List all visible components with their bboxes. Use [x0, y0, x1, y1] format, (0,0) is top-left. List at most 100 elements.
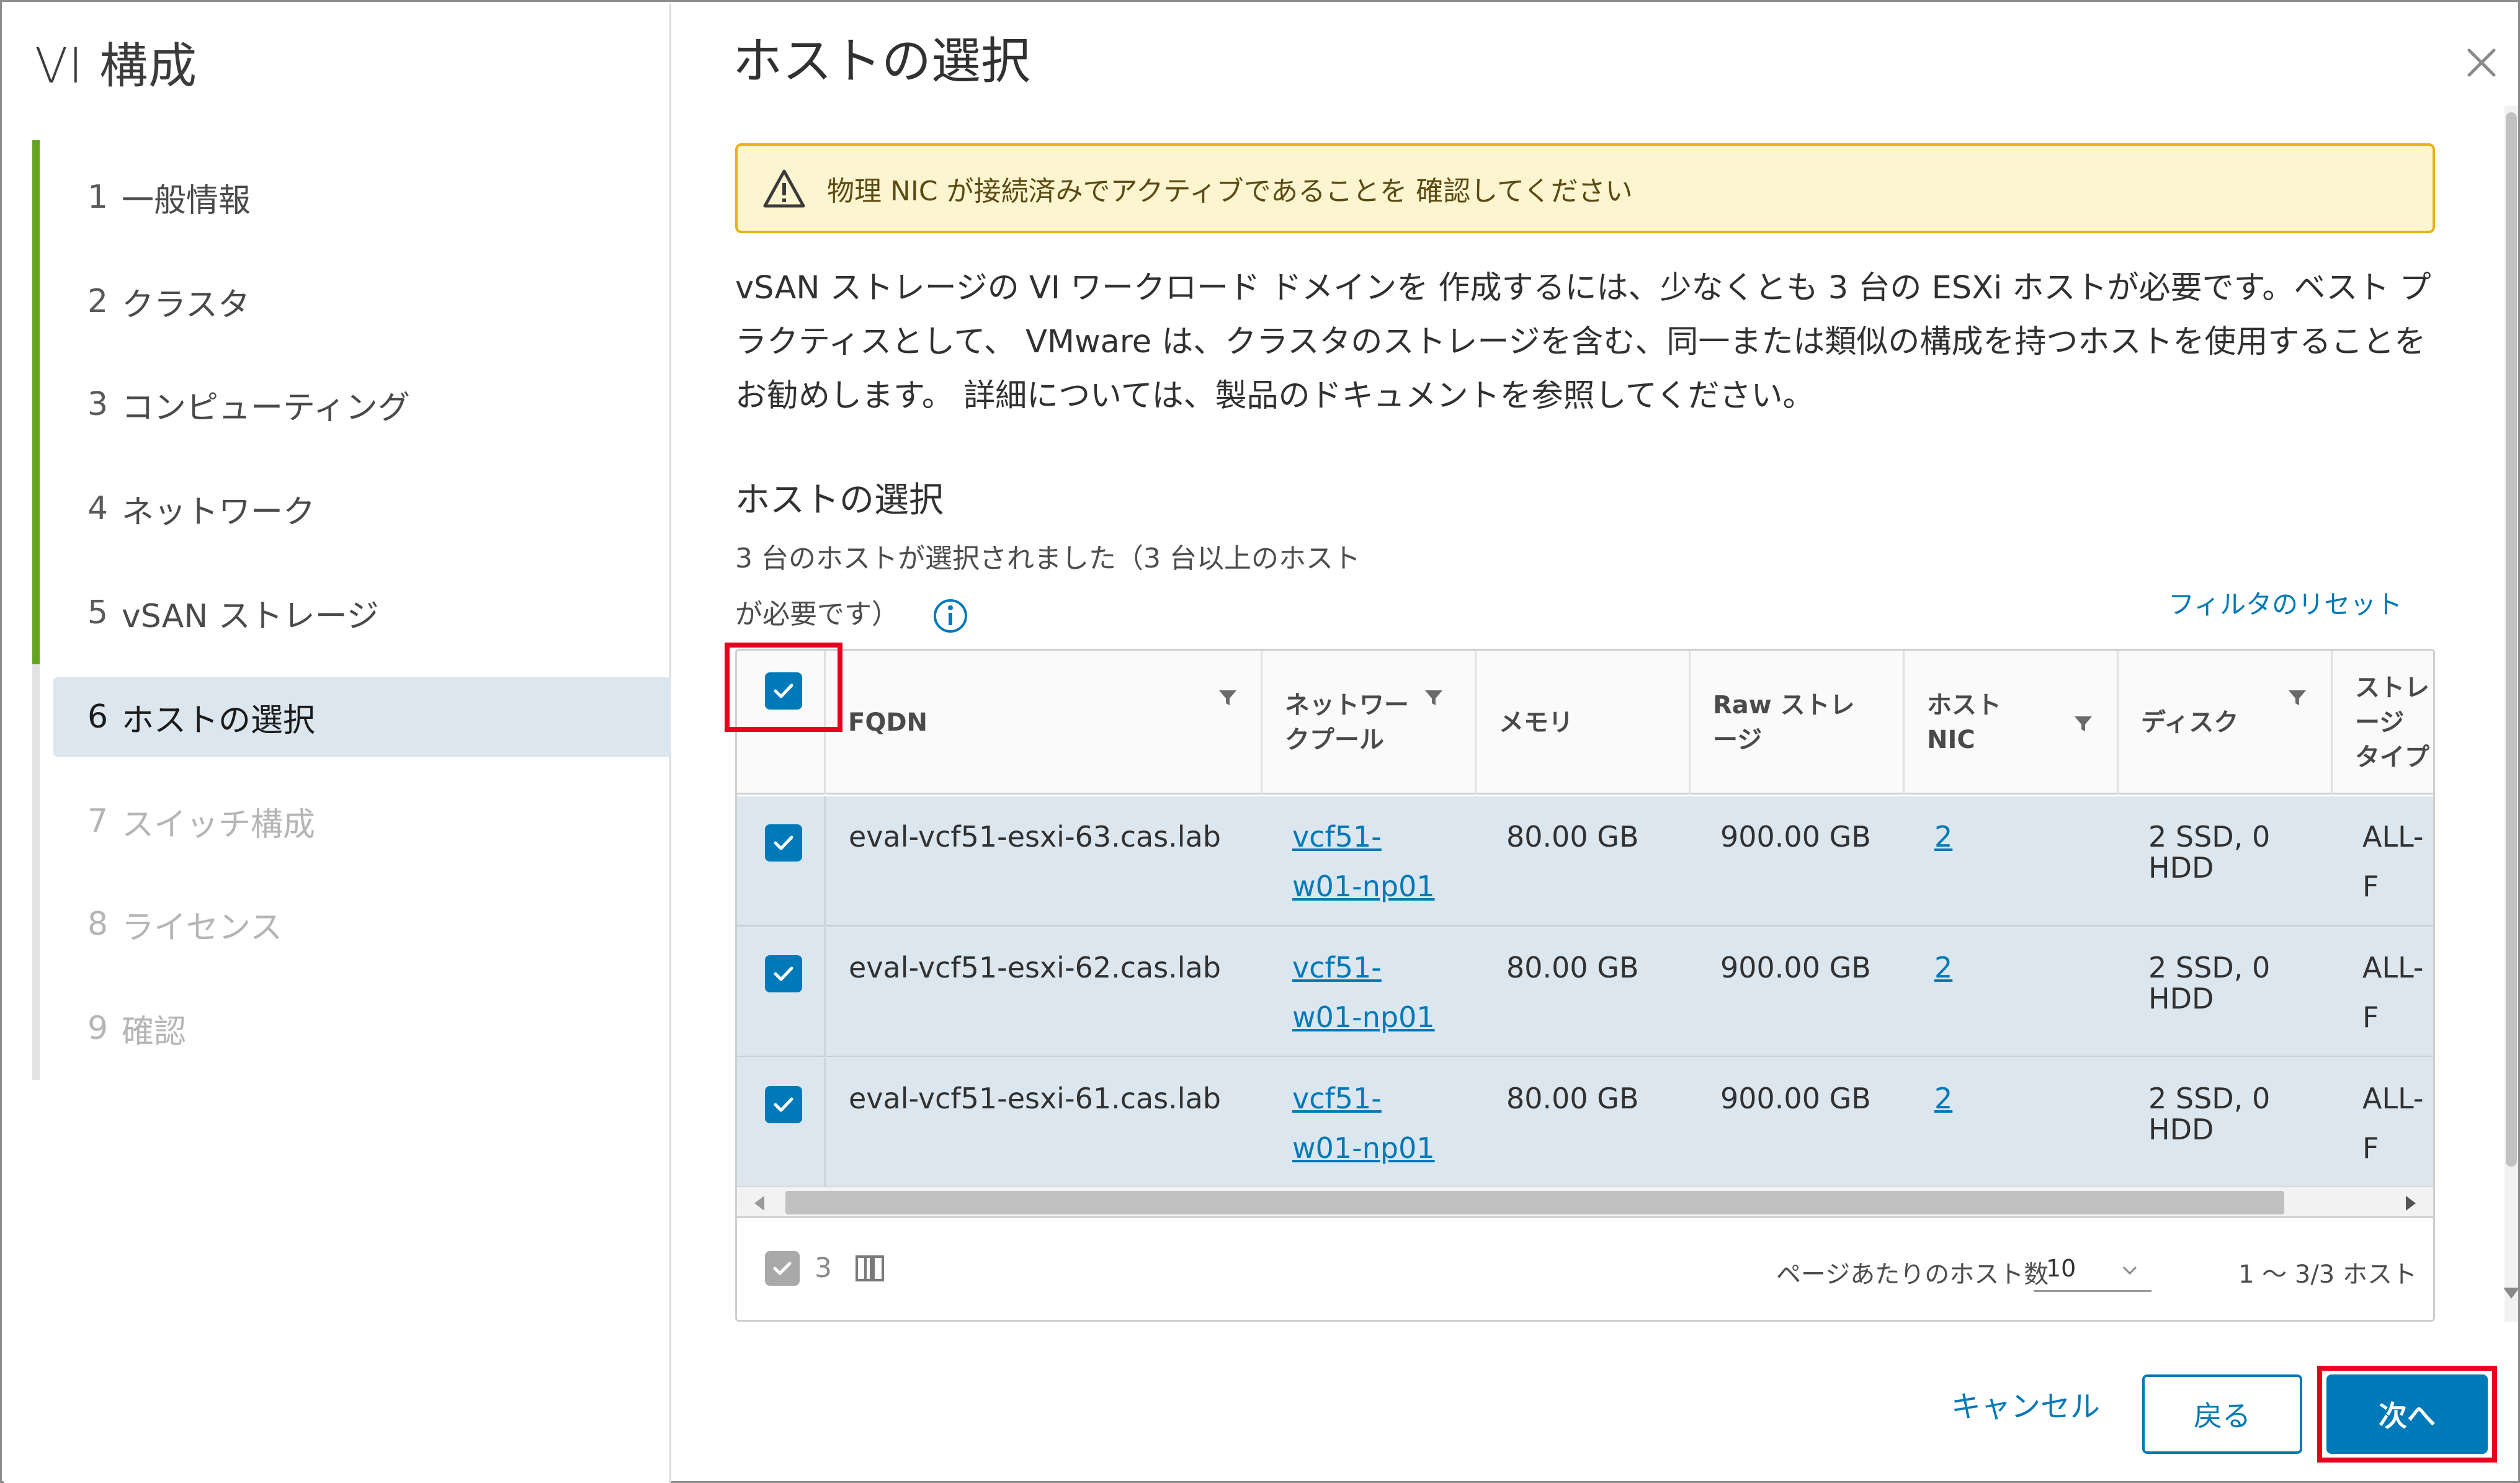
row-separator: [824, 1058, 826, 1188]
warning-alert: 物理 NIC が接続済みでアクティブであることを 確認してください: [735, 143, 2435, 233]
selected-count: 3: [815, 1252, 832, 1284]
vertical-scroll-thumb[interactable]: [2506, 112, 2517, 1167]
step-label: 確認: [122, 1013, 187, 1051]
check-icon: [774, 1097, 793, 1112]
section-title: ホストの選択: [735, 480, 944, 520]
per-page-label: ページあたりのホスト数: [1776, 1260, 2049, 1289]
highlight-next-button: [2317, 1366, 2497, 1463]
page-size-select[interactable]: 10: [2034, 1245, 2151, 1292]
step-number: 6: [87, 698, 109, 736]
step-label: スイッチ構成: [122, 806, 316, 844]
host-nic-link[interactable]: 2: [1934, 1082, 1952, 1115]
step-number: 3: [87, 386, 109, 423]
column-header-network-pool[interactable]: ネットワークプール: [1262, 651, 1477, 795]
cell-raw-storage: 900.00 GB: [1720, 951, 1871, 984]
network-pool-link[interactable]: vcf51-w01-np01: [1292, 1082, 1435, 1165]
selected-count-checkbox: [765, 1251, 800, 1286]
cell-raw-storage: 900.00 GB: [1720, 1082, 1871, 1115]
row-checkbox-wrapper: [765, 1086, 802, 1123]
check-icon: [774, 966, 793, 981]
column-label: FQDN: [848, 708, 928, 737]
wizard-step-3[interactable]: 3 コンピューティング: [53, 365, 671, 444]
check-icon: [773, 1262, 792, 1275]
network-pool-link[interactable]: vcf51-w01-np01: [1292, 820, 1435, 903]
back-button[interactable]: 戻る: [2142, 1374, 2302, 1454]
cell-network-pool: vcf51-w01-np01: [1292, 1074, 1447, 1173]
cell-raw-storage: 900.00 GB: [1720, 820, 1871, 853]
table-row[interactable]: eval-vcf51-esxi-62.cas.lab vcf51-w01-np0…: [737, 927, 2433, 1058]
cancel-button[interactable]: キャンセル: [1951, 1382, 2100, 1425]
cell-disk: 2 SSD, 0 HDD: [2148, 1082, 2271, 1146]
table-row[interactable]: eval-vcf51-esxi-61.cas.lab vcf51-w01-np0…: [737, 1058, 2433, 1188]
wizard-step-9: 9 確認: [53, 989, 671, 1068]
wizard-step-1[interactable]: 1 一般情報: [53, 158, 671, 237]
wizard-content: ホストの選択 物理 NIC が接続済みでアクティブであることを 確認してください…: [673, 4, 2520, 1483]
cell-memory: 80.00 GB: [1506, 1082, 1639, 1115]
row-checkbox-wrapper: [765, 824, 802, 862]
alert-message: 物理 NIC が接続済みでアクティブであることを 確認してください: [827, 175, 1633, 207]
filter-icon[interactable]: [1423, 687, 1445, 709]
cell-memory: 80.00 GB: [1506, 820, 1639, 853]
page-size-value: 10: [2046, 1255, 2076, 1282]
pagination-info: 1 ～ 3/3 ホスト: [2238, 1260, 2417, 1289]
column-toggle-icon[interactable]: [855, 1255, 885, 1282]
step-label: クラスタ: [122, 286, 250, 324]
column-header-fqdn[interactable]: FQDN: [824, 651, 1262, 795]
column-header-disk[interactable]: ディスク: [2119, 651, 2333, 795]
cell-storage-type: ALL-F: [2362, 951, 2424, 1034]
network-pool-link[interactable]: vcf51-w01-np01: [1292, 951, 1435, 1034]
host-nic-link[interactable]: 2: [1934, 951, 1952, 984]
dialog-frame: VI 構成 1 一般情報 2 クラスタ 3 コンピューティング 4 ネットワーク…: [0, 0, 2520, 1483]
scroll-down-arrow[interactable]: [2503, 1288, 2519, 1299]
close-icon[interactable]: [2460, 41, 2503, 84]
column-header-storage-type[interactable]: ストレージ タイプ: [2333, 651, 2433, 795]
scroll-right-arrow[interactable]: [2406, 1196, 2416, 1211]
horizontal-scrollbar[interactable]: [737, 1187, 2433, 1218]
wizard-sidebar: VI 構成 1 一般情報 2 クラスタ 3 コンピューティング 4 ネットワーク…: [4, 4, 671, 1483]
cell-fqdn: eval-vcf51-esxi-63.cas.lab: [849, 820, 1221, 853]
filter-icon[interactable]: [1217, 687, 1239, 709]
row-separator: [824, 796, 826, 927]
row-separator: [824, 927, 826, 1058]
filter-icon[interactable]: [2072, 713, 2094, 735]
step-number: 7: [87, 803, 109, 840]
step-number: 2: [87, 283, 109, 320]
reset-filter-link[interactable]: フィルタのリセット: [2168, 584, 2402, 621]
row-checkbox[interactable]: [765, 1086, 802, 1123]
wizard-step-6[interactable]: 6 ホストの選択: [53, 677, 671, 757]
host-nic-link[interactable]: 2: [1934, 820, 1952, 853]
info-icon[interactable]: [932, 598, 968, 634]
cell-fqdn: eval-vcf51-esxi-62.cas.lab: [849, 951, 1221, 984]
filter-icon[interactable]: [2286, 687, 2308, 709]
horizontal-scroll-thumb[interactable]: [785, 1191, 2284, 1214]
warning-icon: [763, 169, 805, 207]
step-label: ネットワーク: [122, 493, 316, 531]
close-button[interactable]: [2460, 41, 2503, 84]
column-label: ホスト NIC: [1927, 691, 2001, 754]
selection-status-line1: 3 台のホストが選択されました（3 台以上のホスト: [735, 543, 1361, 574]
row-checkbox[interactable]: [765, 824, 802, 862]
step-number: 4: [87, 490, 109, 527]
wizard-step-4[interactable]: 4 ネットワーク: [53, 469, 671, 548]
step-number: 5: [87, 594, 109, 631]
column-header-host-nic[interactable]: ホスト NIC: [1905, 651, 2119, 795]
highlight-select-all: [725, 643, 842, 732]
wizard-step-5[interactable]: 5 vSAN ストレージ: [53, 573, 671, 652]
host-datagrid: FQDN ネットワークプール メモリ Raw ストレージ ホスト NIC ディス…: [735, 649, 2435, 1322]
column-label: ネットワークプール: [1285, 691, 1409, 754]
step-label: vSAN ストレージ: [122, 597, 379, 635]
row-checkbox[interactable]: [765, 955, 802, 992]
wizard-step-2[interactable]: 2 クラスタ: [53, 262, 671, 341]
cell-disk: 2 SSD, 0 HDD: [2148, 951, 2271, 1015]
cell-storage-type: ALL-F: [2362, 820, 2424, 903]
column-header-memory[interactable]: メモリ: [1477, 651, 1691, 795]
check-icon: [774, 835, 793, 850]
column-header-raw-storage[interactable]: Raw ストレージ: [1691, 651, 1905, 795]
scroll-left-arrow[interactable]: [754, 1196, 764, 1211]
cell-fqdn: eval-vcf51-esxi-61.cas.lab: [849, 1082, 1221, 1115]
column-label: ディスク: [2141, 708, 2239, 737]
table-row[interactable]: eval-vcf51-esxi-63.cas.lab vcf51-w01-np0…: [737, 796, 2433, 927]
column-label: メモリ: [1499, 708, 1573, 737]
wizard-title: VI 構成: [35, 38, 198, 94]
row-checkbox-wrapper: [765, 955, 802, 992]
